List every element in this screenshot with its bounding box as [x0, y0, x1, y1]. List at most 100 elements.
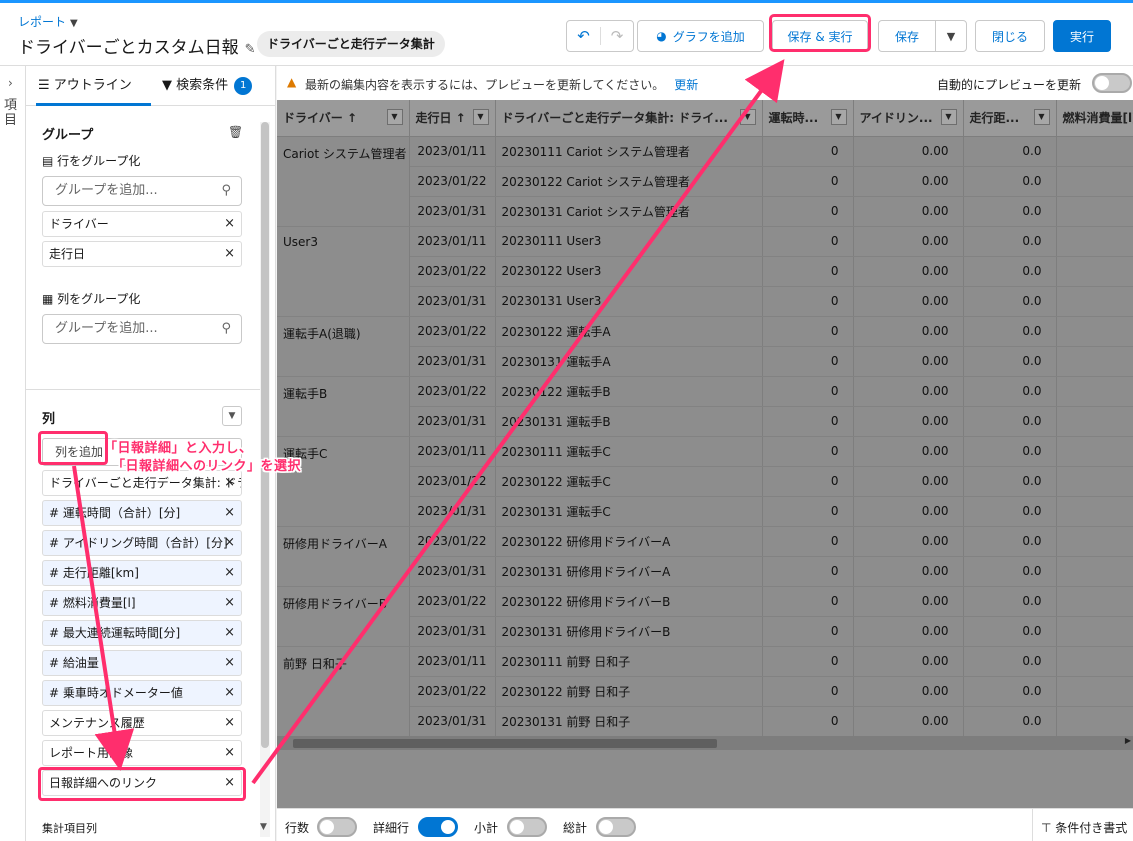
close-icon[interactable]: × — [224, 681, 235, 705]
row-count-toggle[interactable] — [317, 817, 357, 837]
pencil-icon[interactable]: ✎ — [245, 42, 256, 57]
driver-cell: 運転手A(退職) — [277, 315, 410, 377]
close-icon[interactable]: × — [224, 561, 235, 585]
fuel-cell — [1056, 166, 1133, 197]
column-header[interactable]: 燃料消費量[l]▼ — [1056, 100, 1133, 137]
column-header[interactable]: ドライバーごと走行データ集計: ドライ... ▼ — [495, 100, 763, 137]
undo-redo-group: ↶ ↷ — [566, 20, 634, 52]
fuel-cell — [1056, 706, 1133, 737]
close-icon[interactable]: × — [224, 651, 235, 675]
column-header[interactable]: 走行距... ▼ — [963, 100, 1057, 137]
drive-time-cell: 0 — [762, 676, 854, 707]
detail-rows-toggle[interactable] — [418, 817, 458, 837]
column-group-search-input[interactable]: グループを追加... ⚲ — [42, 314, 242, 344]
add-chart-button[interactable]: ◕ グラフを追加 — [637, 20, 764, 52]
horizontal-scrollbar[interactable]: ▶ — [277, 736, 1133, 750]
column-chip[interactable]: # 走行距離[km] × — [42, 560, 242, 586]
column-chip[interactable]: レポート用画像 × — [42, 740, 242, 766]
close-icon[interactable]: × — [224, 212, 235, 236]
chevron-right-icon[interactable]: ▶ — [1125, 736, 1131, 745]
table-row: 前野 日和子 2023/01/11 20230111 前野 日和子 0 0.00 0.0 — [277, 645, 1133, 737]
column-header[interactable]: 走行日 ↑ ▼ — [409, 100, 496, 137]
fuel-cell — [1056, 585, 1133, 617]
distance-cell: 0.0 — [963, 676, 1057, 707]
panel-scrollbar[interactable]: ▼ — [260, 122, 270, 837]
column-chip[interactable]: # 燃料消費量[l] × — [42, 590, 242, 616]
undo-button[interactable]: ↶ — [567, 27, 600, 45]
column-chip[interactable]: # 乗車時オドメーター値 × — [42, 680, 242, 706]
tab-filters[interactable]: ▼ 検索条件 1 — [162, 66, 253, 106]
fuel-cell — [1056, 466, 1133, 497]
idling-cell: 0.00 — [853, 466, 964, 497]
date-cell: 2023/01/22 — [409, 676, 496, 707]
chevron-down-icon[interactable]: ▼ — [739, 109, 756, 125]
tab-outline[interactable]: ☰ アウトライン — [36, 66, 151, 106]
driver-cell: 前野 日和子 — [277, 645, 410, 737]
distance-cell: 0.0 — [963, 256, 1057, 287]
date-cell: 2023/01/31 — [409, 346, 496, 377]
column-header[interactable]: アイドリン... ▼ — [853, 100, 964, 137]
idling-cell: 0.00 — [853, 676, 964, 707]
trash-icon[interactable]: 🗑 — [228, 125, 243, 139]
chevron-down-icon[interactable]: ▼ — [830, 109, 847, 125]
column-header[interactable]: 運転時... ▼ — [762, 100, 854, 137]
record-name-cell: 20230122 運転手A — [495, 315, 763, 347]
report-table: ドライバー ↑ ▼ 走行日 ↑ ▼ ドライバーごと走行データ集計: ドライ... ▼ … — [277, 100, 1133, 737]
column-chip[interactable]: # 運転時間（合計）[分] × — [42, 500, 242, 526]
close-icon[interactable]: × — [224, 531, 235, 555]
close-icon[interactable]: × — [224, 501, 235, 525]
column-chip-label: # 乗車時オドメーター値 — [49, 686, 183, 700]
annotation-line-2: 「日報詳細へのリンク」を選択 — [112, 459, 302, 474]
record-name-cell: 20230122 研修用ドライバーB — [495, 585, 763, 617]
drive-time-cell: 0 — [762, 496, 854, 527]
close-icon[interactable]: × — [224, 621, 235, 645]
auto-preview-toggle[interactable] — [1092, 73, 1132, 93]
save-menu-button[interactable]: ▼ — [935, 20, 967, 52]
search-icon: ⚲ — [221, 183, 231, 198]
conditional-format-button[interactable]: ⊤ 条件付き書式 — [1032, 809, 1133, 841]
drive-time-cell: 0 — [762, 466, 854, 497]
close-button[interactable]: 閉じる — [975, 20, 1045, 52]
report-header: レポート ▼ ドライバーごとカスタム日報 ✎ ドライバーごと走行データ集計 ↶ ↷ … — [0, 3, 1133, 66]
subtotal-toggle[interactable] — [507, 817, 547, 837]
breadcrumb-label: レポート — [18, 15, 67, 29]
refresh-link[interactable]: 更新 — [674, 78, 698, 92]
close-icon[interactable]: × — [224, 741, 235, 765]
fuel-cell — [1056, 616, 1133, 647]
row-group-placeholder: グループを追加... — [55, 183, 158, 198]
row-group-chip[interactable]: 走行日 × — [42, 241, 242, 267]
row-group-chip-label: ドライバー — [49, 217, 109, 231]
columns-menu-button[interactable]: ▼ — [222, 406, 242, 426]
close-icon[interactable]: × — [224, 711, 235, 735]
scrollbar-thumb[interactable] — [261, 122, 269, 748]
row-group-search-input[interactable]: グループを追加... ⚲ — [42, 176, 242, 206]
scrollbar-thumb[interactable] — [293, 739, 717, 748]
close-icon[interactable]: × — [224, 242, 235, 266]
fuel-cell — [1056, 556, 1133, 587]
breadcrumb[interactable]: レポート ▼ — [18, 13, 78, 30]
chevron-down-icon[interactable]: ▼ — [472, 109, 489, 125]
column-group-placeholder: グループを追加... — [55, 321, 158, 336]
column-chip[interactable]: # アイドリング時間（合計）[分] × — [42, 530, 242, 556]
redo-button[interactable]: ↷ — [599, 27, 633, 45]
chevron-down-icon[interactable]: ▼ — [1033, 109, 1050, 125]
column-chip[interactable]: # 最大連続運転時間[分] × — [42, 620, 242, 646]
run-button[interactable]: 実行 — [1053, 20, 1111, 52]
table-row: Cariot システム管理者 2023/01/11 20230111 Cariot … — [277, 136, 1133, 227]
fuel-cell — [1056, 286, 1133, 317]
row-group-chip[interactable]: ドライバー × — [42, 211, 242, 237]
fields-strip-label: 項目 — [4, 98, 18, 128]
grand-total-toggle[interactable] — [596, 817, 636, 837]
chevron-down-icon[interactable]: ▼ — [70, 18, 78, 29]
column-header[interactable]: ドライバー ↑ ▼ — [277, 100, 410, 137]
chevron-down-icon[interactable]: ▼ — [940, 109, 957, 125]
column-chip[interactable]: メンテナンス履歴 × — [42, 710, 242, 736]
grid-empty-area — [277, 750, 1133, 808]
chevron-down-icon[interactable]: ▼ — [386, 109, 403, 125]
fields-strip[interactable]: › 項目 — [0, 66, 26, 841]
chevron-right-icon[interactable]: › — [8, 76, 13, 90]
close-icon[interactable]: × — [224, 591, 235, 615]
column-chip[interactable]: # 給油量 × — [42, 650, 242, 676]
chevron-down-icon[interactable]: ▼ — [260, 822, 267, 832]
save-button[interactable]: 保存 — [878, 20, 936, 52]
